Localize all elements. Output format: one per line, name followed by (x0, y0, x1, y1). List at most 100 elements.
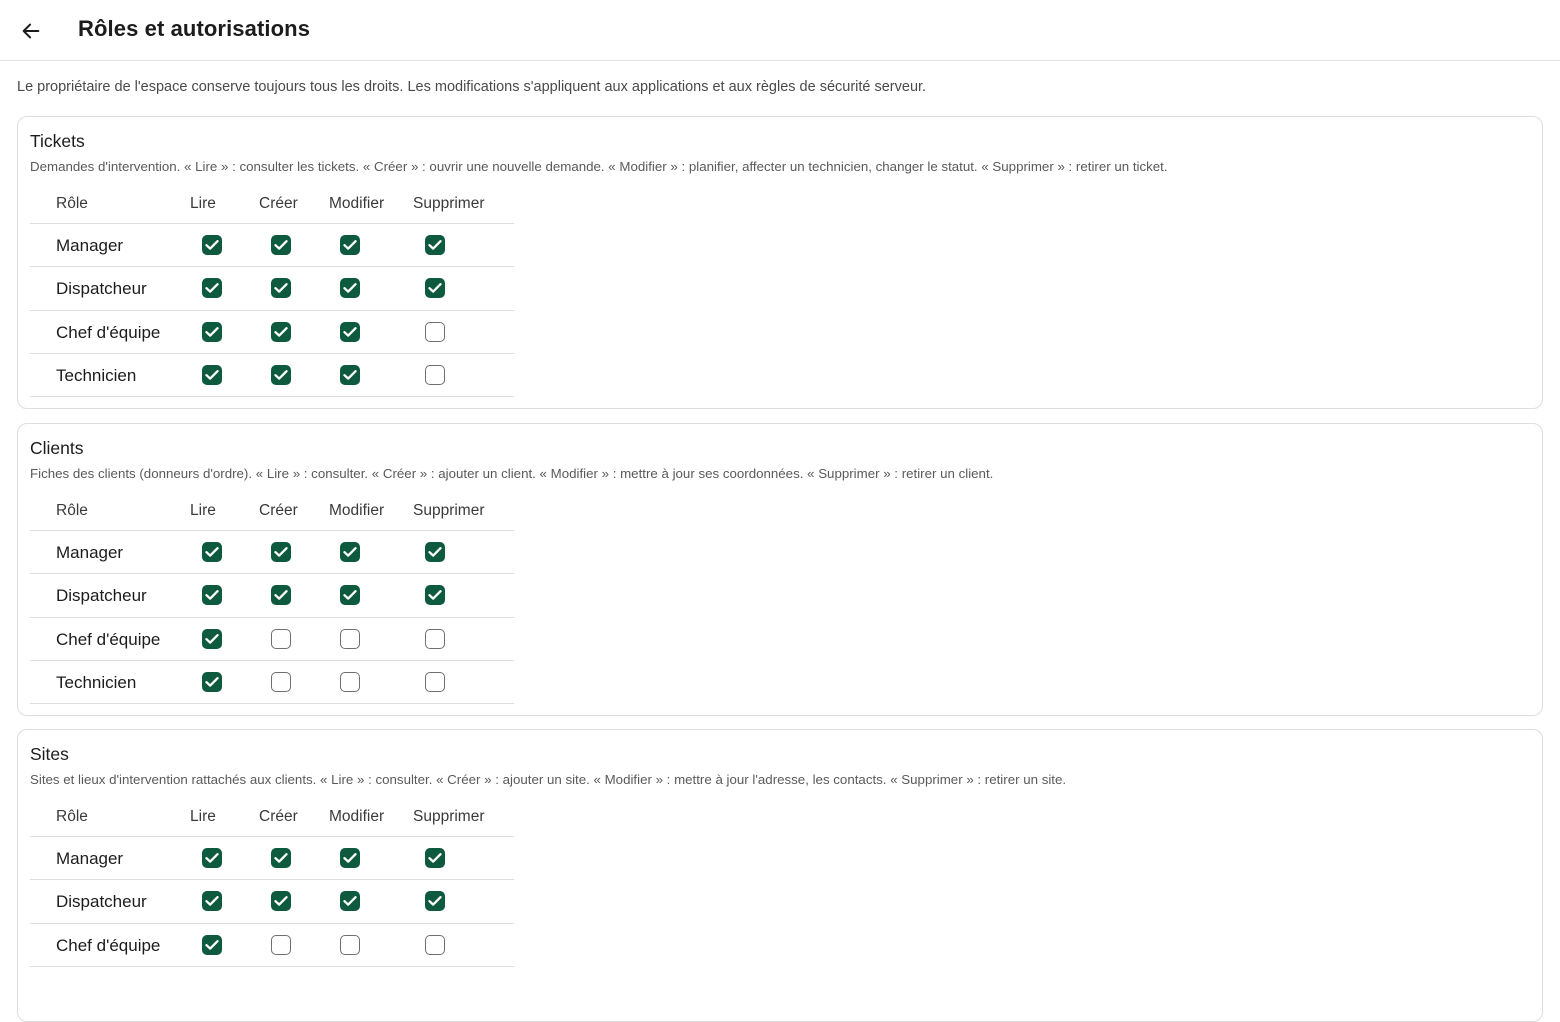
checkmark-icon (274, 326, 288, 337)
create-checkbox[interactable] (271, 891, 291, 912)
read-checkbox[interactable] (202, 321, 222, 342)
table-row: Dispatcheur (30, 267, 514, 311)
delete-checkbox[interactable] (425, 321, 445, 342)
create-checkbox[interactable] (271, 585, 291, 606)
edit-checkbox[interactable] (340, 934, 360, 955)
checkmark-icon (205, 853, 219, 863)
checkmark-icon (428, 240, 442, 250)
delete-checkbox[interactable] (425, 848, 445, 868)
table-row: Chef d'équipe (30, 924, 514, 967)
checkmark-icon (274, 590, 288, 601)
table-row: Technicien (30, 354, 514, 398)
permissions-table: Rôle Lire Créer Modifier Supprimer Manag… (30, 494, 514, 705)
checkmark-icon (205, 547, 219, 557)
delete-checkbox[interactable] (425, 671, 445, 692)
table-row: Manager (30, 837, 514, 881)
checkmark-icon (274, 240, 288, 250)
section-description: Sites et lieux d'intervention rattachés … (30, 772, 1067, 787)
delete-checkbox[interactable] (425, 934, 445, 955)
role-name: Dispatcheur (56, 279, 147, 299)
role-name: Manager (56, 849, 124, 868)
create-checkbox[interactable] (271, 542, 291, 562)
checkmark-icon (343, 547, 357, 557)
create-checkbox[interactable] (271, 278, 291, 299)
edit-checkbox[interactable] (340, 235, 360, 255)
delete-checkbox[interactable] (425, 278, 445, 299)
checkmark-icon (274, 896, 288, 907)
delete-checkbox[interactable] (425, 542, 445, 562)
read-checkbox[interactable] (202, 891, 222, 912)
delete-checkbox[interactable] (425, 891, 445, 912)
read-checkbox[interactable] (202, 934, 222, 955)
table-row: Manager (30, 531, 514, 575)
read-checkbox[interactable] (202, 278, 222, 299)
checkmark-icon (274, 547, 288, 557)
delete-checkbox[interactable] (425, 628, 445, 649)
checkmark-icon (428, 590, 442, 601)
create-checkbox[interactable] (271, 364, 291, 385)
read-checkbox[interactable] (202, 848, 222, 868)
edit-checkbox[interactable] (340, 891, 360, 912)
table-header: Rôle Lire Créer Modifier Supprimer (30, 800, 514, 837)
edit-checkbox[interactable] (340, 585, 360, 606)
checkmark-icon (343, 853, 357, 863)
section-title: Clients (30, 438, 84, 458)
checkmark-icon (205, 369, 219, 380)
role-name: Chef d'équipe (56, 935, 161, 955)
arrow-left-icon (22, 23, 40, 39)
back-button[interactable] (14, 14, 48, 48)
role-name: Dispatcheur (56, 892, 147, 912)
create-checkbox[interactable] (271, 235, 291, 255)
role-name: Technicien (56, 672, 137, 692)
edit-checkbox[interactable] (340, 321, 360, 342)
role-name: Chef d'équipe (56, 629, 161, 649)
delete-checkbox[interactable] (425, 364, 445, 385)
section-description: Fiches des clients (donneurs d'ordre). «… (30, 466, 994, 481)
edit-checkbox[interactable] (340, 542, 360, 562)
checkmark-icon (205, 283, 219, 294)
column-header-read: Lire (190, 502, 216, 519)
section-description: Demandes d'intervention. « Lire » : cons… (30, 159, 1168, 174)
section-card-tickets: Tickets Demandes d'intervention. « Lire … (17, 116, 1543, 409)
edit-checkbox[interactable] (340, 671, 360, 692)
intro-text: Le propriétaire de l'espace conserve tou… (17, 79, 927, 95)
create-checkbox[interactable] (271, 671, 291, 692)
read-checkbox[interactable] (202, 364, 222, 385)
read-checkbox[interactable] (202, 628, 222, 649)
create-checkbox[interactable] (271, 628, 291, 649)
table-row: Dispatcheur (30, 880, 514, 924)
edit-checkbox[interactable] (340, 364, 360, 385)
permissions-table: Rôle Lire Créer Modifier Supprimer Manag… (30, 187, 514, 398)
table-header: Rôle Lire Créer Modifier Supprimer (30, 494, 514, 531)
edit-checkbox[interactable] (340, 848, 360, 868)
checkmark-icon (428, 896, 442, 907)
table-row: Dispatcheur (30, 574, 514, 618)
read-checkbox[interactable] (202, 585, 222, 606)
create-checkbox[interactable] (271, 934, 291, 955)
delete-checkbox[interactable] (425, 585, 445, 606)
column-header-delete: Supprimer (413, 808, 485, 825)
permissions-table: Rôle Lire Créer Modifier Supprimer Manag… (30, 800, 514, 967)
read-checkbox[interactable] (202, 542, 222, 562)
create-checkbox[interactable] (271, 848, 291, 868)
checkmark-icon (205, 896, 219, 907)
role-name: Technicien (56, 365, 137, 385)
read-checkbox[interactable] (202, 235, 222, 255)
create-checkbox[interactable] (271, 321, 291, 342)
edit-checkbox[interactable] (340, 278, 360, 299)
checkmark-icon (343, 896, 357, 907)
checkmark-icon (428, 283, 442, 294)
checkmark-icon (205, 676, 219, 687)
checkmark-icon (343, 283, 357, 294)
edit-checkbox[interactable] (340, 628, 360, 649)
delete-checkbox[interactable] (425, 235, 445, 255)
column-header-create: Créer (259, 808, 298, 825)
checkmark-icon (274, 853, 288, 863)
role-name: Chef d'équipe (56, 322, 161, 342)
checkmark-icon (428, 853, 442, 863)
checkmark-icon (343, 369, 357, 380)
read-checkbox[interactable] (202, 671, 222, 692)
column-header-edit: Modifier (329, 502, 385, 519)
section-title: Tickets (30, 131, 85, 151)
checkmark-icon (205, 939, 219, 950)
